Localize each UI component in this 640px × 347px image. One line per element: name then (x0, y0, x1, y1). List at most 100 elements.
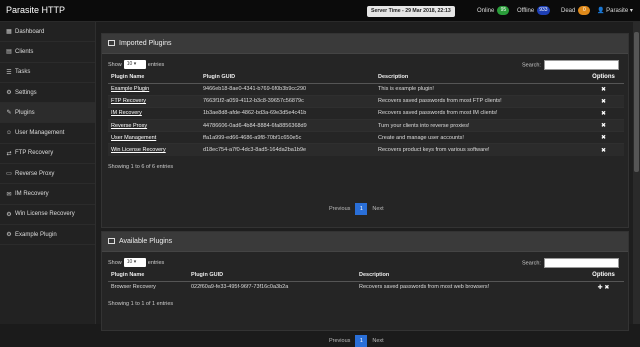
gear-icon: ⚙ (6, 90, 12, 97)
user-icon: 👤 (597, 8, 605, 14)
sidebar-item-user-management[interactable]: ☺ User Management (0, 123, 95, 144)
column-header[interactable]: Plugin GUID (188, 270, 356, 282)
plugin-description: Create and manage user accounts! (378, 134, 464, 141)
sidebar-item-dashboard[interactable]: ▦ Dashboard (0, 22, 95, 43)
remove-plugin-icon[interactable]: ✖ (601, 87, 606, 93)
main-content: Imported Plugins Show 10 ▾ entries Search:… (96, 22, 640, 347)
page-1-button[interactable]: 1 (355, 335, 368, 347)
entries-length: Show 10 ▾ entries (108, 258, 164, 267)
sidebar: ▦ Dashboard ▤ Clients ☰ Tasks ⚙ Settings ✎ Plugin… (0, 22, 96, 324)
plugin-guid: 44786606-0ad6-4b84-8884-6fa8856368d9 (203, 122, 307, 129)
panel-header: Available Plugins (102, 232, 628, 252)
online-count-badge: 95 (497, 6, 510, 15)
plugin-guid: d18ec754-a7f0-4dc3-8ad5-164da2ba1b9e (203, 147, 307, 154)
sidebar-item-example-plugin[interactable]: ⚙ Example Plugin (0, 225, 95, 246)
sidebar-item-label: Win License Recovery (15, 211, 75, 218)
remove-plugin-icon[interactable]: ✖ (601, 123, 606, 129)
entries-length: Show 10 ▾ entries (108, 60, 164, 69)
sidebar-item-im-recovery[interactable]: ✉ IM Recovery (0, 184, 95, 205)
table-info: Showing 1 to 1 of 1 entries (108, 301, 174, 308)
list-icon (108, 40, 115, 46)
plugin-description: This is example plugin! (378, 86, 434, 93)
search-label: Search: (522, 260, 541, 267)
list-icon (108, 238, 115, 244)
previous-button[interactable]: Previous (329, 338, 350, 344)
plugin-name-link[interactable]: Reverse Proxy (111, 123, 147, 129)
column-header[interactable]: Plugin Name (108, 72, 200, 84)
remove-plugin-icon[interactable]: ✖ (601, 148, 606, 154)
plugin-description-cell: Recovers saved passwords from most web b… (356, 280, 580, 294)
imported-plugins-table: Plugin Name Plugin GUID Description Opti… (108, 72, 624, 157)
sidebar-item-ftp-recovery[interactable]: ⇄ FTP Recovery (0, 144, 95, 165)
brand-logo[interactable]: Parasite HTTP (6, 5, 65, 15)
page-1-button[interactable]: 1 (355, 203, 368, 215)
previous-button[interactable]: Previous (329, 206, 350, 212)
plug-icon: ✎ (6, 110, 12, 117)
sidebar-item-label: IM Recovery (15, 191, 49, 198)
search-input[interactable] (543, 60, 619, 70)
sidebar-item-settings[interactable]: ⚙ Settings (0, 83, 95, 104)
search-label: Search: (522, 62, 541, 69)
sidebar-item-plugins[interactable]: ✎ Plugins (0, 103, 95, 124)
sidebar-item-clients[interactable]: ▤ Clients (0, 42, 95, 63)
remove-plugin-icon[interactable]: ✖ (604, 285, 609, 291)
online-status[interactable]: Online 95 (477, 6, 510, 17)
column-header[interactable]: Options (580, 72, 624, 84)
plugin-description-cell: Turn your clients into reverse proxies! (375, 119, 580, 132)
tasks-icon: ☰ (6, 69, 12, 76)
table-row: IM Recovery 1b3ae8d8-afde-4862-bd3a-69e3d… (108, 106, 624, 120)
entries-select[interactable]: 10 ▾ (123, 60, 146, 69)
column-header[interactable]: Description (356, 270, 580, 282)
search-input[interactable] (543, 258, 619, 268)
plugin-name-link-cell: FTP Recovery (108, 94, 200, 108)
imported-plugins-panel: Imported Plugins Show 10 ▾ entries Search:… (101, 33, 629, 228)
offline-status[interactable]: Offline 933 (517, 6, 550, 17)
sidebar-item-tasks[interactable]: ☰ Tasks (0, 63, 95, 83)
table-controls: Show 10 ▾ entries Search: (102, 256, 628, 270)
plugin-name-link[interactable]: IM Recovery (111, 110, 142, 116)
plugin-description: Recovers saved passwords from most FTP c… (378, 98, 502, 105)
plugin-name-link[interactable]: User Management (111, 135, 156, 141)
user-menu[interactable]: 👤 Parasite ▾ (597, 6, 633, 17)
plugin-description-cell: Create and manage user accounts! (375, 131, 580, 144)
sidebar-item-reverse-proxy[interactable]: ▭ Reverse Proxy (0, 164, 95, 185)
remove-plugin-icon[interactable]: ✖ (601, 99, 606, 105)
table-info: Showing 1 to 6 of 6 entries (108, 164, 174, 171)
plugin-description: Turn your clients into reverse proxies! (378, 122, 470, 129)
options-cell: ✖ (580, 143, 624, 157)
scrollbar-thumb[interactable] (634, 32, 639, 172)
entries-select[interactable]: 10 ▾ (123, 258, 146, 267)
plugin-description-cell: Recovers saved passwords from most FTP c… (375, 94, 580, 108)
plugin-guid-cell: 7663f1f2-a059-4112-b3c8-39657c56879c (200, 94, 375, 108)
remove-plugin-icon[interactable]: ✖ (601, 135, 606, 141)
sidebar-item-label: Reverse Proxy (15, 170, 55, 177)
column-header[interactable]: Options (580, 270, 624, 282)
column-header[interactable]: Plugin GUID (200, 72, 375, 84)
sidebar-item-label: Tasks (15, 69, 31, 76)
sidebar-item-label: FTP Recovery (15, 150, 54, 157)
table-header-row: Plugin Name Plugin GUID Description Opti… (108, 270, 624, 282)
plugin-name-link[interactable]: Example Plugin (111, 86, 149, 92)
panel-title: Imported Plugins (119, 40, 172, 47)
column-header[interactable]: Description (375, 72, 580, 84)
next-button[interactable]: Next (372, 206, 383, 212)
next-button[interactable]: Next (372, 338, 383, 344)
plugin-name-link-cell: Browser Recovery (108, 280, 188, 294)
column-header[interactable]: Plugin Name (108, 270, 188, 282)
online-label: Online (477, 8, 495, 15)
plugin-guid-cell: 44786606-0ad6-4b84-8884-6fa8856368d9 (200, 119, 375, 132)
plugin-guid-cell: 1b3ae8d8-afde-4862-bd3a-69e3d5e4c41b (200, 106, 375, 120)
chat-icon: ✉ (6, 191, 12, 198)
sidebar-item-win-license-recovery[interactable]: ⚙ Win License Recovery (0, 205, 95, 225)
plugin-guid-cell: 022f60a9-fe33-495f-96f7-73f16c0a3b2a (188, 280, 356, 294)
table-row: FTP Recovery 7663f1f2-a059-4112-b3c8-3965… (108, 94, 624, 108)
dead-status[interactable]: Dead 0 (561, 6, 591, 17)
entries-select-value: 10 (126, 259, 133, 265)
remove-plugin-icon[interactable]: ✖ (601, 111, 606, 117)
plugin-name-link[interactable]: FTP Recovery (111, 98, 146, 104)
page-scrollbar[interactable] (633, 22, 640, 324)
available-plugins-panel: Available Plugins Show 10 ▾ entries Search… (101, 231, 629, 347)
plugin-name-link[interactable]: Win License Recovery (111, 147, 166, 153)
offline-count-badge: 933 (537, 6, 550, 15)
options-cell: ✖ (580, 82, 624, 96)
